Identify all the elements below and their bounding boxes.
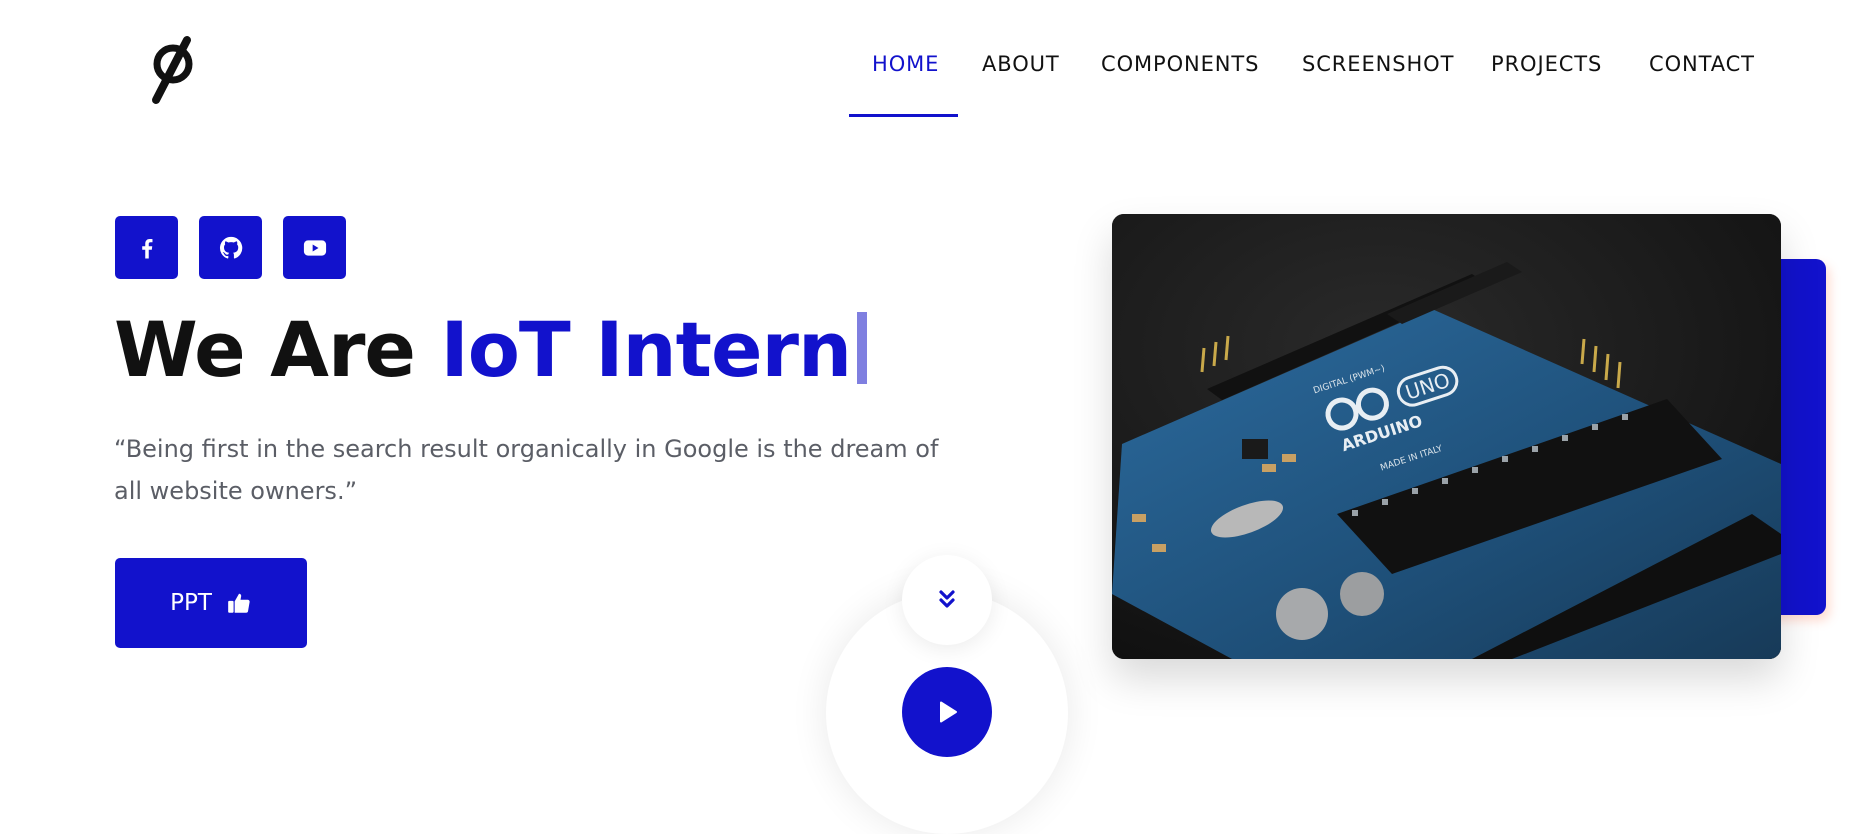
youtube-icon bbox=[303, 239, 326, 256]
ppt-button[interactable]: PPT bbox=[115, 558, 307, 648]
nav-home[interactable]: HOME bbox=[872, 52, 939, 76]
github-icon bbox=[219, 236, 242, 259]
headline-prefix: We Are bbox=[114, 305, 441, 394]
hero-quote: “Being first in the search result organi… bbox=[114, 435, 939, 505]
facebook-icon bbox=[141, 238, 152, 258]
play-icon bbox=[940, 701, 957, 723]
play-video-button[interactable] bbox=[902, 667, 992, 757]
nav-contact[interactable]: CONTACT bbox=[1649, 52, 1755, 76]
ppt-button-label: PPT bbox=[170, 590, 212, 616]
hero-photo-arduino: UNO ARDUINO MADE IN ITALY DIGITAL (PWM~) bbox=[1112, 214, 1781, 659]
nav-components[interactable]: COMPONENTS bbox=[1101, 52, 1259, 76]
youtube-button[interactable] bbox=[283, 216, 346, 279]
headline-highlight: IoT Intern bbox=[440, 305, 852, 394]
github-button[interactable] bbox=[199, 216, 262, 279]
nav-projects[interactable]: PROJECTS bbox=[1491, 52, 1602, 76]
nav-about[interactable]: ABOUT bbox=[982, 52, 1060, 76]
hero-headline: We Are IoT Intern bbox=[114, 302, 868, 398]
thumbs-up-icon bbox=[228, 593, 250, 613]
logo-icon[interactable] bbox=[142, 30, 202, 106]
arduino-board-illustration: UNO ARDUINO MADE IN ITALY DIGITAL (PWM~) bbox=[1112, 214, 1781, 659]
nav-active-underline bbox=[849, 114, 958, 117]
typing-cursor bbox=[857, 312, 868, 384]
facebook-button[interactable] bbox=[115, 216, 178, 279]
chevron-double-down-icon bbox=[939, 590, 955, 608]
scroll-down-button[interactable] bbox=[902, 555, 992, 645]
nav-screenshot[interactable]: SCREENSHOT bbox=[1302, 52, 1454, 76]
